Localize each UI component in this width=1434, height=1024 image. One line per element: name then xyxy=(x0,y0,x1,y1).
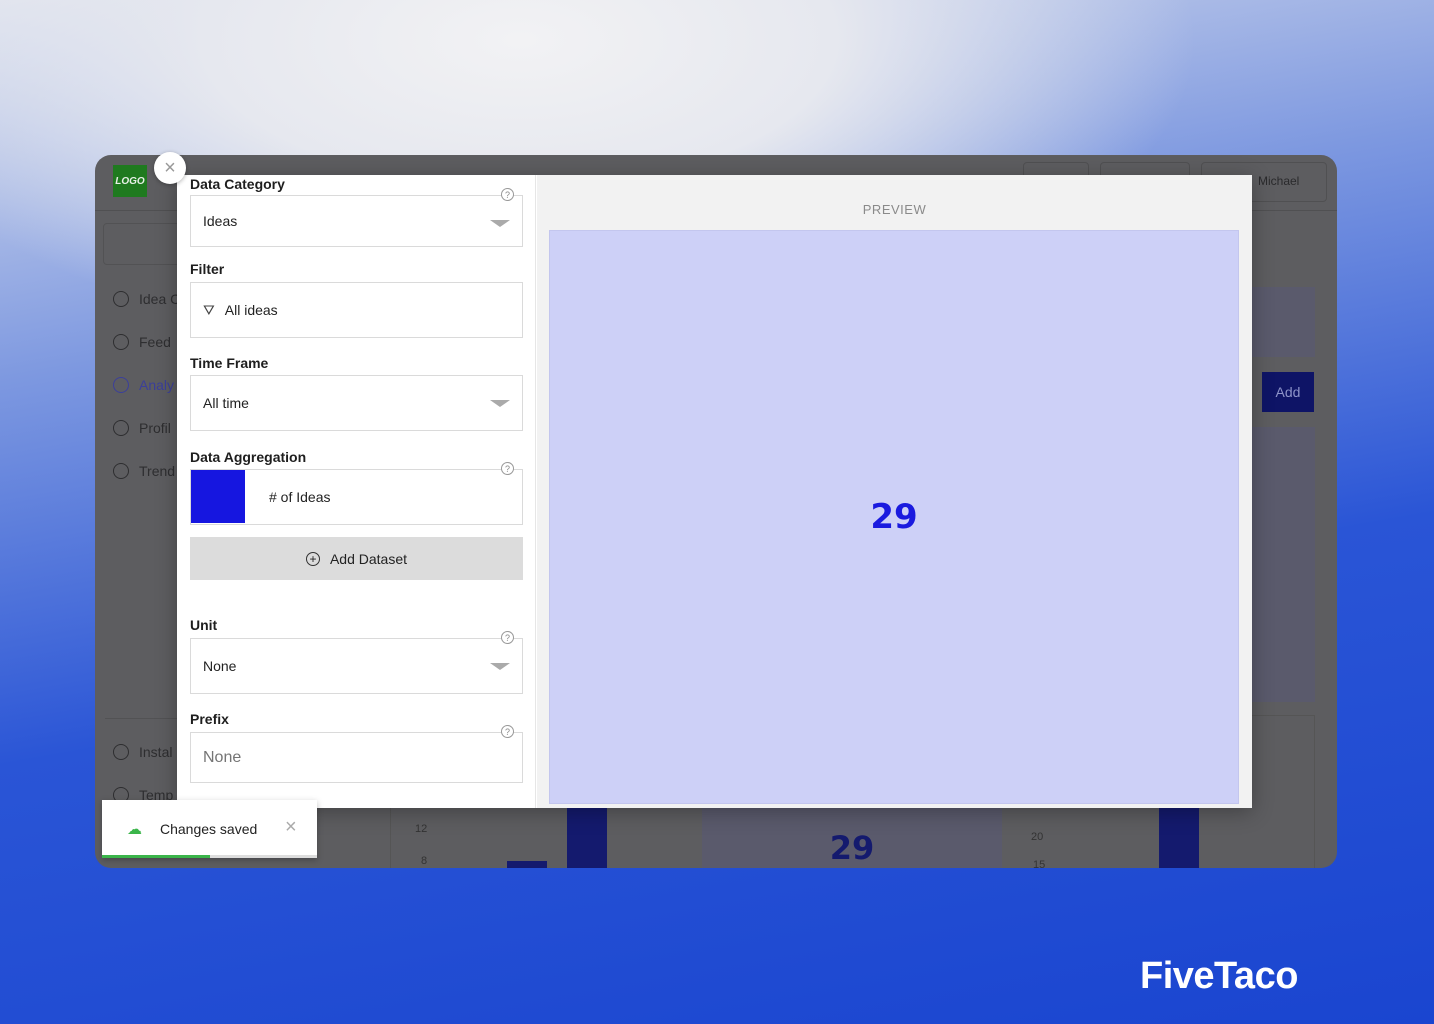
add-button[interactable]: Add xyxy=(1262,372,1314,412)
flag-icon xyxy=(113,291,129,307)
cloud-check-icon: ☁ xyxy=(127,821,142,838)
prefix-label: Prefix xyxy=(190,711,229,727)
prefix-field[interactable]: ? xyxy=(190,725,523,783)
user-name: Michael xyxy=(1258,174,1300,188)
data-aggregation-label: Data Aggregation xyxy=(190,449,307,465)
prefix-input[interactable] xyxy=(191,733,522,782)
chevron-down-icon xyxy=(490,663,510,670)
brand-watermark: FiveTaco xyxy=(1140,955,1298,997)
select-value: All time xyxy=(203,395,249,411)
filter-icon: ⛛ xyxy=(203,301,215,318)
chart-editor-modal: Data Category Ideas? Filter ⛛ All ideas T… xyxy=(177,175,1252,808)
toast-progress-track xyxy=(102,855,317,858)
time-frame-select[interactable]: All time xyxy=(190,375,523,431)
sidebar-item-install[interactable]: Instal xyxy=(113,744,172,760)
card-number: 29 xyxy=(829,829,875,867)
chart-bar xyxy=(567,805,607,868)
data-category-select[interactable]: Ideas? xyxy=(190,188,523,247)
logo: LOGO xyxy=(113,165,147,197)
axis-tick: 20 xyxy=(1031,831,1044,843)
close-icon[interactable]: × xyxy=(285,816,297,839)
unit-label: Unit xyxy=(190,617,218,633)
dataset-label: # of Ideas xyxy=(269,489,331,505)
sidebar-item-label: Feed xyxy=(139,334,171,350)
help-icon[interactable]: ? xyxy=(501,725,514,738)
sidebar-item-profile[interactable]: Profil xyxy=(113,420,171,436)
close-modal-button[interactable]: × xyxy=(154,152,186,184)
axis-tick: 8 xyxy=(421,855,428,867)
dataset-row[interactable]: # of Ideas? xyxy=(190,462,523,525)
sidebar-item-feed[interactable]: Feed xyxy=(113,334,171,350)
background-card xyxy=(1245,287,1315,357)
plus-circle-icon: + xyxy=(305,551,320,566)
toast-message: Changes saved xyxy=(160,821,258,837)
sidebar-item-label: Analy xyxy=(139,377,175,393)
data-category-label: Data Category xyxy=(190,176,285,192)
time-frame-label: Time Frame xyxy=(190,355,269,371)
close-icon: × xyxy=(164,156,176,179)
dataset-color-swatch[interactable] xyxy=(191,470,245,523)
filter-value: All ideas xyxy=(224,302,278,318)
sidebar-item-analytics[interactable]: Analy xyxy=(113,377,174,393)
select-value: Ideas xyxy=(203,213,238,229)
axis-tick: 15 xyxy=(1033,859,1046,868)
add-dataset-label: Add Dataset xyxy=(329,550,408,567)
chevron-down-icon xyxy=(490,220,510,227)
install-icon xyxy=(113,744,129,760)
background-number-card: 29 xyxy=(702,805,1002,868)
preview-title: PREVIEW xyxy=(862,202,927,217)
help-icon[interactable]: ? xyxy=(501,631,514,644)
chart-bar xyxy=(507,861,547,868)
sidebar-item-ideas[interactable]: Idea C xyxy=(113,291,180,307)
add-dataset-button[interactable]: + Add Dataset xyxy=(190,537,523,580)
help-icon[interactable]: ? xyxy=(501,462,514,475)
toast-progress-fill xyxy=(102,855,210,858)
preview-panel: PREVIEW 29 xyxy=(537,175,1252,808)
background-card xyxy=(1245,427,1315,702)
select-value: None xyxy=(203,658,237,674)
settings-panel: Data Category Ideas? Filter ⛛ All ideas T… xyxy=(177,175,536,808)
compass-icon xyxy=(113,334,129,350)
profile-icon xyxy=(113,420,129,436)
preview-chart: 29 xyxy=(549,230,1239,804)
trend-icon xyxy=(113,463,129,479)
chevron-down-icon xyxy=(490,400,510,407)
sidebar-item-label: Trend xyxy=(139,463,176,479)
sidebar-item-label: Profil xyxy=(139,420,171,436)
filter-label: Filter xyxy=(190,261,225,277)
sidebar-item-label: Idea C xyxy=(139,291,181,307)
chart-bar xyxy=(1159,805,1199,868)
pie-chart-icon xyxy=(113,377,129,393)
unit-select[interactable]: None? xyxy=(190,631,523,694)
toast-notification: ☁ Changes saved × xyxy=(102,800,317,858)
filter-field[interactable]: ⛛ All ideas xyxy=(190,282,523,338)
help-icon[interactable]: ? xyxy=(501,188,514,201)
preview-value: 29 xyxy=(870,497,918,537)
sidebar-item-trends[interactable]: Trend xyxy=(113,463,175,479)
axis-tick: 12 xyxy=(415,823,428,835)
sidebar-item-label: Instal xyxy=(139,744,173,760)
